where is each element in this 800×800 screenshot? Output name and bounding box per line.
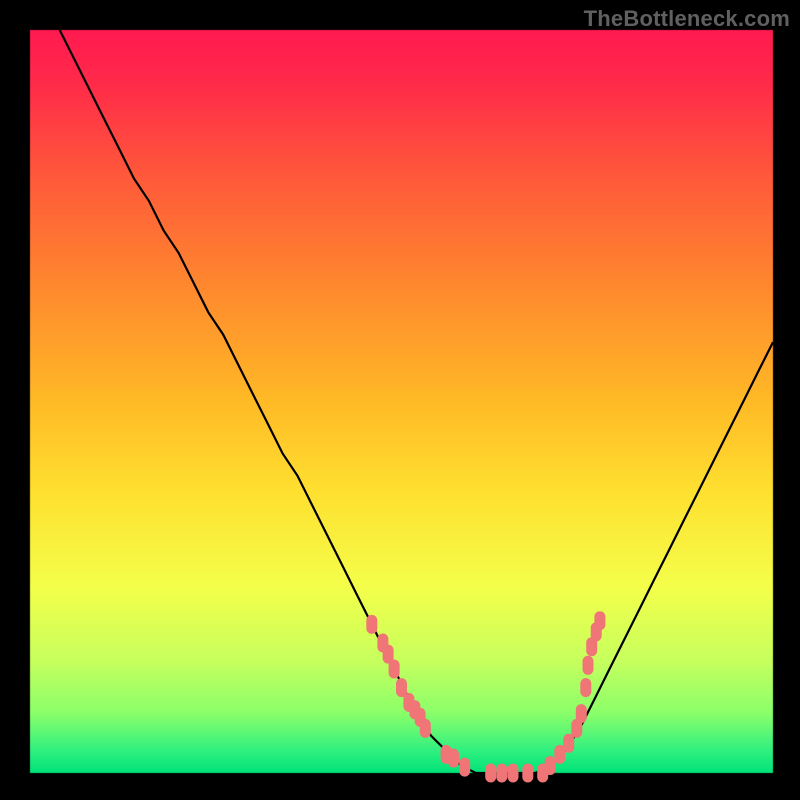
watermark-text: TheBottleneck.com	[584, 6, 790, 32]
gradient-background	[0, 0, 800, 800]
chart-container: TheBottleneck.com	[0, 0, 800, 800]
